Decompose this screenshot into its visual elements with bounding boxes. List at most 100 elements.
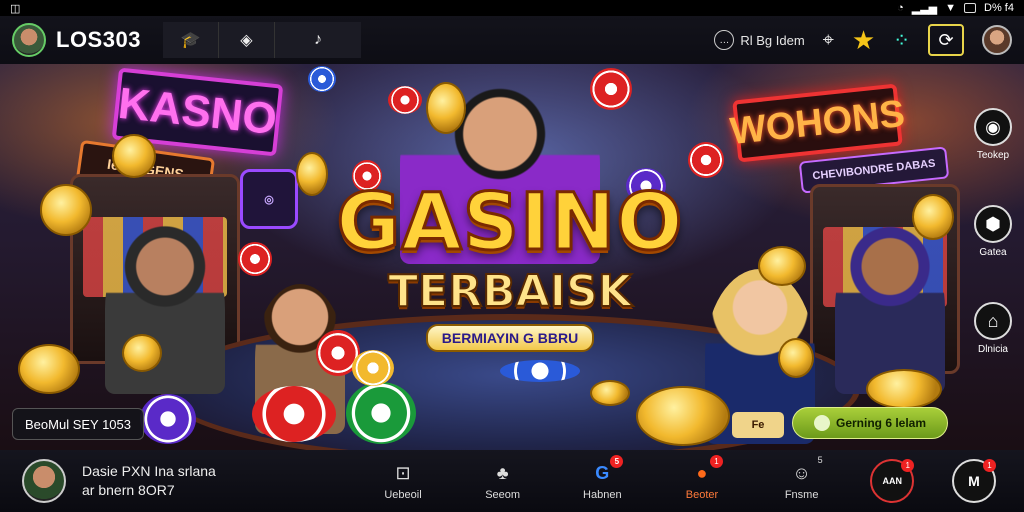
wifi-icon: ▼ <box>945 2 957 14</box>
coin-icon <box>112 134 156 178</box>
alarm-icon: ◔ <box>897 2 904 14</box>
hero-banner[interactable]: KASNO Ie RlI GENS WOHONS CHEVIBONDRE DAB… <box>0 64 1024 450</box>
nav-item-beoter[interactable]: ● 1 Beoter <box>671 455 733 501</box>
notification-badge: 1 <box>982 459 996 472</box>
refresh-icon: ⟳ <box>938 29 954 50</box>
chip-icon <box>238 242 272 276</box>
face-icon: ☺ 5 <box>789 455 822 485</box>
user-avatar[interactable] <box>982 25 1012 55</box>
chip-icon <box>252 386 336 442</box>
top-nav-group: 🎓 ◈ ♪ <box>162 22 361 58</box>
chart-glyph: ● <box>696 462 708 483</box>
nav-label: Fnsme <box>784 489 819 501</box>
side-item-gatea[interactable]: ⬢ Gatea <box>974 205 1012 258</box>
notification-badge: 1 <box>901 459 915 472</box>
nav-item-fnsme[interactable]: ☺ 5 Fnsme <box>771 455 833 501</box>
notification-badge: 1 <box>709 455 723 468</box>
chip-icon <box>388 86 422 114</box>
hero-tagline: BERMIAYIN G BBRU <box>425 324 595 352</box>
chip-icon <box>590 68 632 110</box>
coin-icon <box>912 194 954 240</box>
chip-icon <box>308 66 336 92</box>
small-badge[interactable]: Fe <box>732 412 784 438</box>
nav-label: Habnen <box>583 489 622 501</box>
status-bar: ◫ ◔ ▂▃▅ ▼ D% f4 <box>0 0 1024 16</box>
coin-icon <box>426 82 466 134</box>
nav-label: Beoter <box>685 489 719 501</box>
dots-icon[interactable]: ⁘ <box>893 28 910 53</box>
coin-icon <box>122 334 162 372</box>
chat-link[interactable]: … Rl Bg Idem <box>714 30 805 50</box>
top-right-actions: … Rl Bg Idem ⌖ ★ ⁘ ⟳ <box>714 24 1012 56</box>
neon-slot-icon: ◎ <box>240 169 298 229</box>
player-figure-left <box>105 224 225 394</box>
chip-icon <box>346 382 416 444</box>
bottom-user-info: Dasie PXN Ina srlana ar bnern 8OR7 <box>82 462 332 500</box>
face-glyph: ☺ <box>792 462 811 483</box>
music-icon[interactable]: ♪ <box>275 22 361 58</box>
notification-badge: 5 <box>610 455 624 468</box>
bottom-avatar[interactable] <box>22 459 66 503</box>
round-button-2-label: M <box>968 473 980 489</box>
coin-icon <box>590 380 630 406</box>
house-icon: ⌂ <box>974 302 1012 340</box>
controller-icon: ⊡ <box>395 462 411 483</box>
chip-icon <box>352 350 394 386</box>
coin-icon <box>18 344 80 394</box>
bottom-nav: ⊡ Uebeoil ♣ Seeom G 5 Habnen ● 1 Beoter … <box>372 455 1002 503</box>
side-item-label: Gatea <box>979 247 1007 258</box>
chip-icon <box>688 142 724 178</box>
shield-icon <box>813 415 830 431</box>
chat-icon: … <box>714 30 735 50</box>
user-line-2: ar bnern 8OR7 <box>82 482 175 498</box>
profile-avatar[interactable] <box>12 23 46 57</box>
nav-item-uebeoil[interactable]: ⊡ Uebeoil <box>372 461 434 502</box>
g-icon: G 5 <box>589 455 624 485</box>
side-rail: ◉ Teokep ⬢ Gatea ⌂ Dlnicia <box>972 108 1014 355</box>
group-icon: ♣ <box>496 462 509 483</box>
promo-pill[interactable]: BeoMul SEY 1053 <box>12 408 144 440</box>
coin-icon <box>40 184 92 236</box>
nav-label: Uebeoil <box>384 489 422 501</box>
round-button-2[interactable]: M 1 <box>951 459 996 503</box>
top-app-bar: LOS303 🎓 ◈ ♪ … Rl Bg Idem ⌖ ★ ⁘ ⟳ <box>0 16 1024 64</box>
status-right: ◔ ▂▃▅ ▼ D% f4 <box>897 2 1014 15</box>
cap-icon[interactable]: 🎓 <box>163 22 219 58</box>
gear-icon: ⬢ <box>974 205 1012 243</box>
brand-title: LOS303 <box>56 27 141 52</box>
hero-title-block: GASINO TERBAISK BERMIAYIN G BBRU <box>320 178 700 352</box>
nav-item-seeom[interactable]: ♣ Seeom <box>472 461 534 502</box>
tag-icon[interactable]: ⌖ <box>823 29 834 52</box>
chart-icon: ● 1 <box>689 455 723 485</box>
side-item-dlnicia[interactable]: ⌂ Dlnicia <box>974 302 1012 355</box>
star-icon[interactable]: ★ <box>852 27 875 53</box>
cta-label: Gerning 6 lelam <box>835 416 927 430</box>
coin-icon <box>758 246 806 286</box>
cta-button[interactable]: Gerning 6 lelam <box>792 407 948 439</box>
player-figure-right <box>835 224 945 394</box>
coin-icon <box>778 338 814 378</box>
side-item-label: Dlnicia <box>977 344 1008 355</box>
bottom-bar: Dasie PXN Ina srlana ar bnern 8OR7 ⊡ Ueb… <box>0 450 1024 512</box>
battery-icon <box>964 3 977 13</box>
avatar-icon: ◉ <box>974 108 1012 146</box>
chat-link-label: Rl Bg Idem <box>740 32 805 48</box>
hero-title: GASINO <box>335 178 684 268</box>
user-line-1: Dasie PXN Ina srlana <box>82 463 216 480</box>
hero-subtitle: TERBAISK <box>387 266 633 317</box>
status-left-icon: ◫ <box>10 2 21 15</box>
round-button-1-label: AAN <box>882 476 903 486</box>
side-item-teokep[interactable]: ◉ Teokep <box>974 108 1012 161</box>
neon-sign-wohons: WOHONS <box>728 83 907 163</box>
coin-icon <box>636 386 730 446</box>
diamond-icon[interactable]: ◈ <box>219 22 275 58</box>
notification-count: 5 <box>817 455 823 465</box>
g-glyph: G <box>595 462 610 483</box>
refresh-button[interactable]: ⟳ <box>928 24 964 56</box>
nav-label: Seeom <box>485 489 521 501</box>
round-button-1[interactable]: AAN 1 <box>870 459 915 503</box>
coin-icon <box>866 369 942 409</box>
chip-icon <box>500 360 580 382</box>
signal-icon: ▂▃▅ <box>911 2 938 15</box>
nav-item-habnen[interactable]: G 5 Habnen <box>571 455 633 501</box>
